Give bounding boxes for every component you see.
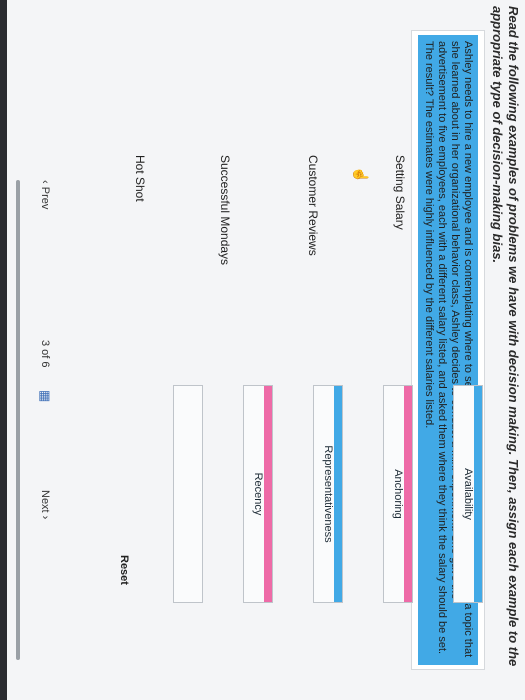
pager: ‹ Prev 3 of 6 ▦ Next › — [31, 160, 55, 580]
horizontal-scrollbar[interactable] — [16, 180, 20, 660]
example-successful-mondays[interactable]: Successful Mondays — [218, 155, 232, 265]
bin-label — [174, 386, 202, 602]
bin-empty[interactable] — [173, 385, 203, 603]
bin-label: Recency — [252, 472, 264, 516]
next-button[interactable]: Next › — [39, 490, 51, 519]
bin-anchoring[interactable]: Anchoring — [383, 385, 413, 603]
screen: Read the following examples of problems … — [0, 0, 525, 700]
bin-label: Availability — [462, 468, 474, 520]
page-indicator: 3 of 6 — [39, 340, 51, 368]
bin-label: Representativeness — [322, 445, 334, 543]
reset-button[interactable]: Reset — [118, 555, 130, 585]
example-setting-salary[interactable]: Setting Salary — [393, 155, 407, 230]
example-hot-shot[interactable]: Hot Shot — [133, 155, 147, 202]
bin-label: Anchoring — [392, 469, 404, 519]
grid-icon[interactable]: ▦ — [37, 390, 53, 402]
chevron-left-icon: ‹ — [39, 180, 51, 187]
bin-representativeness[interactable]: Representativeness — [313, 385, 343, 603]
hand-cursor-icon: ☝ — [353, 166, 369, 184]
prompt-text: Read the following examples of problems … — [490, 6, 521, 667]
prev-button[interactable]: ‹ Prev — [39, 180, 51, 209]
monitor-bezel — [0, 0, 7, 700]
bin-availability[interactable]: Availability — [453, 385, 483, 603]
example-customer-reviews[interactable]: Customer Reviews — [306, 155, 320, 256]
bin-recency[interactable]: Recency — [243, 385, 273, 603]
prev-label: Prev — [39, 186, 51, 210]
next-label: Next — [39, 490, 51, 513]
chevron-right-icon: › — [39, 512, 51, 520]
